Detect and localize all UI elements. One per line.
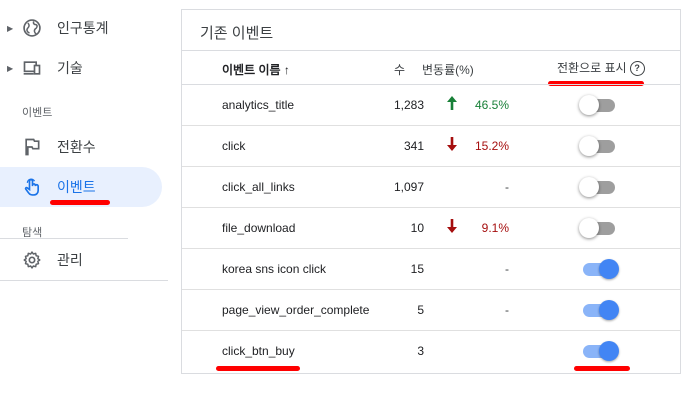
column-header-count[interactable]: 수 [394, 61, 405, 78]
sidebar-item-label: 이벤트 [57, 179, 96, 195]
conversion-toggle[interactable] [579, 177, 617, 197]
gear-icon [22, 250, 42, 270]
event-name[interactable]: page_view_order_complete [222, 303, 369, 317]
conversion-header-label: 전환으로 표시 [557, 61, 627, 75]
change-percent: 15.2% [474, 139, 509, 153]
conversion-toggle[interactable] [579, 95, 617, 115]
toggle-thumb[interactable] [579, 136, 599, 156]
sidebar-item-conversions[interactable]: 전환수 [0, 129, 168, 165]
conversion-toggle[interactable] [579, 218, 617, 238]
conversion-toggle[interactable] [581, 300, 619, 320]
sidebar: ▶ 인구통계 ▶ 기술 이벤트 전환수 이벤트 탐색 관리 [0, 0, 168, 395]
table-row: click 341 15.2% [182, 125, 680, 167]
event-name[interactable]: click [222, 139, 245, 153]
event-count: 3 [417, 344, 424, 358]
annotation-underline [574, 366, 630, 371]
event-count: 1,283 [393, 98, 424, 112]
table-row: page_view_order_complete 5 - [182, 289, 680, 331]
section-label-events: 이벤트 [22, 107, 53, 119]
change-percent: - [505, 262, 509, 276]
event-count: 1,097 [393, 180, 424, 194]
event-name[interactable]: korea sns icon click [222, 262, 326, 276]
sidebar-item-admin[interactable]: 관리 [0, 242, 168, 278]
arrow-down-icon [446, 136, 458, 152]
sidebar-item-label: 전환수 [57, 139, 96, 155]
sidebar-item-label: 관리 [57, 252, 83, 268]
conversion-toggle[interactable] [581, 341, 619, 361]
toggle-thumb[interactable] [599, 341, 619, 361]
sidebar-item-tech[interactable]: ▶ 기술 [0, 50, 168, 86]
table-row: korea sns icon click 15 - [182, 248, 680, 290]
change-percent: 9.1% [481, 221, 509, 235]
conversion-toggle[interactable] [579, 136, 617, 156]
event-name[interactable]: click_all_links [222, 180, 295, 194]
arrow-up-icon [446, 95, 458, 111]
help-icon[interactable]: ? [629, 61, 645, 77]
sidebar-item-demographics[interactable]: ▶ 인구통계 [0, 10, 168, 46]
expand-caret-icon[interactable]: ▶ [7, 64, 13, 73]
toggle-thumb[interactable] [579, 218, 599, 238]
toggle-thumb[interactable] [579, 177, 599, 197]
annotation-underline [50, 200, 110, 205]
sidebar-item-label: 인구통계 [57, 20, 109, 36]
devices-icon [22, 58, 42, 78]
table-row: file_download 10 9.1% [182, 207, 680, 249]
globe-icon [22, 18, 42, 38]
conversion-toggle[interactable] [581, 259, 619, 279]
flag-icon [22, 137, 42, 157]
column-header-conversion: 전환으로 표시? [557, 59, 645, 77]
divider [182, 50, 680, 51]
event-count: 5 [417, 303, 424, 317]
existing-events-card: 기존 이벤트 이벤트 이름 ↑ 수 변동률(%) 전환으로 표시? analyt… [181, 9, 681, 374]
table-row: analytics_title 1,283 46.5% [182, 84, 680, 126]
toggle-thumb[interactable] [599, 259, 619, 279]
section-label-explore: 탐색 [22, 227, 43, 239]
toggle-thumb[interactable] [579, 95, 599, 115]
expand-caret-icon[interactable]: ▶ [7, 24, 13, 33]
sidebar-item-label: 기술 [57, 60, 83, 76]
column-header-event-name[interactable]: 이벤트 이름 ↑ [222, 61, 290, 78]
column-header-change[interactable]: 변동률(%) [422, 61, 474, 78]
touch-icon [22, 177, 42, 197]
event-name[interactable]: click_btn_buy [222, 344, 295, 358]
change-percent: 46.5% [474, 98, 509, 112]
arrow-down-icon [446, 218, 458, 234]
annotation-underline [216, 366, 300, 371]
card-title: 기존 이벤트 [200, 25, 274, 42]
change-percent: - [505, 303, 509, 317]
event-name[interactable]: file_download [222, 221, 295, 235]
toggle-thumb[interactable] [599, 300, 619, 320]
event-count: 10 [410, 221, 424, 235]
table-row: click_all_links 1,097 - [182, 166, 680, 208]
divider [0, 280, 168, 281]
divider [0, 238, 128, 239]
event-count: 15 [410, 262, 424, 276]
event-count: 341 [403, 139, 424, 153]
change-percent: - [505, 180, 509, 194]
event-name[interactable]: analytics_title [222, 98, 294, 112]
